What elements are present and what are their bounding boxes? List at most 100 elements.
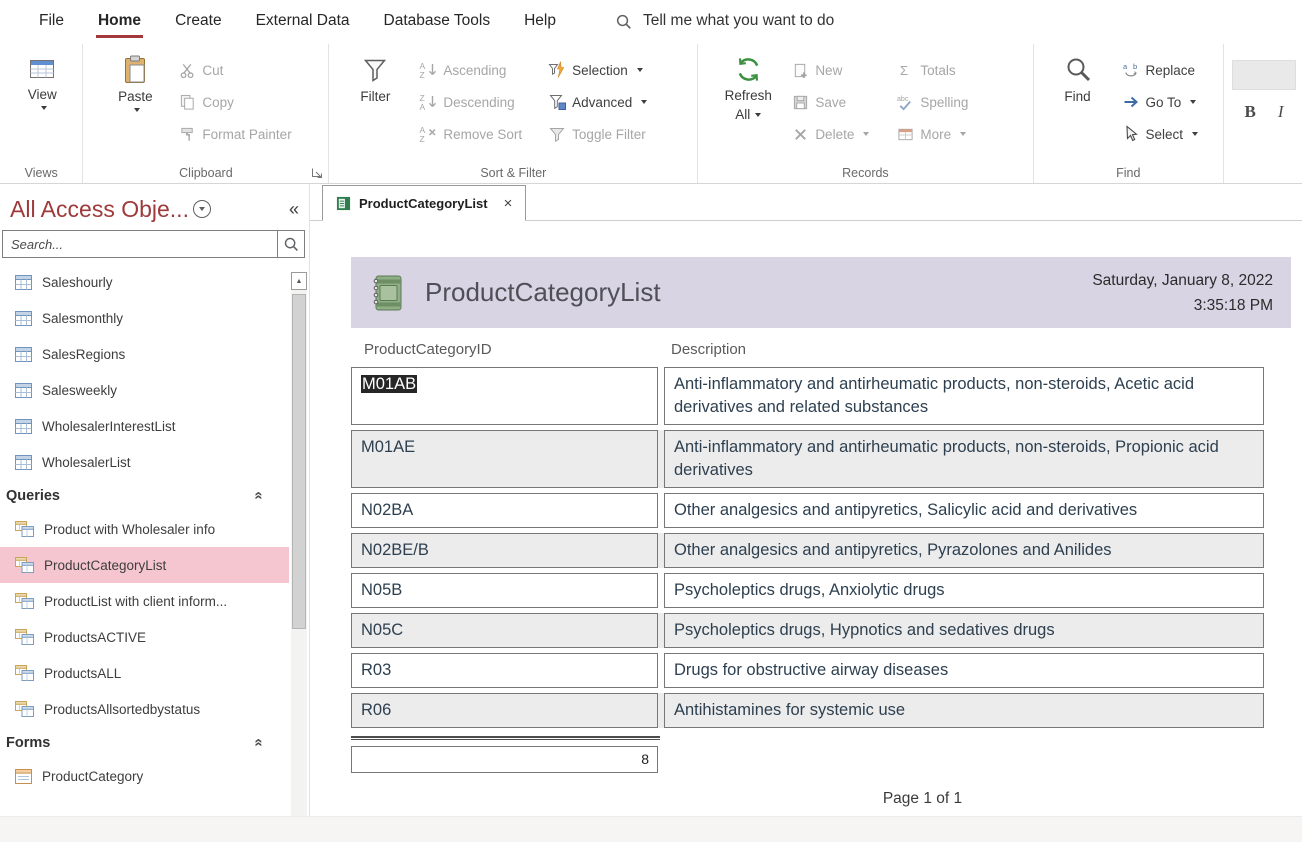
go-to-button[interactable]: Go To <box>1118 89 1203 115</box>
copy-button: Copy <box>175 89 295 115</box>
save-label: Save <box>815 95 846 110</box>
report-time: 3:35:18 PM <box>1092 293 1273 318</box>
report-datetime: Saturday, January 8, 2022 3:35:18 PM <box>1092 268 1273 318</box>
sort-descending-icon <box>419 93 437 111</box>
tab-help[interactable]: Help <box>507 0 573 42</box>
sidebar-item-productsallsortedbystatus[interactable]: ProductsAllsortedbystatus <box>0 691 289 727</box>
productcategoryid-cell[interactable]: N05B <box>351 573 658 608</box>
italic-button[interactable]: I <box>1278 102 1284 122</box>
spelling-label: Spelling <box>920 95 968 110</box>
sidebar-item-productsall[interactable]: ProductsALL <box>0 655 289 691</box>
sidebar-item-label: Salesmonthly <box>42 311 123 326</box>
ribbon-group-find: Find Replace Go To Select Find <box>1034 44 1224 183</box>
descending-button: Descending <box>415 89 526 115</box>
description-cell[interactable]: Antihistamines for systemic use <box>664 693 1264 728</box>
advanced-button[interactable]: Advanced <box>544 89 651 115</box>
productcategoryid-cell[interactable]: M01AE <box>351 430 658 488</box>
replace-button[interactable]: Replace <box>1118 57 1203 83</box>
sidebar-item-saleshourly[interactable]: Saleshourly <box>0 264 289 300</box>
paste-button[interactable]: Paste <box>105 48 165 112</box>
refresh-all-button[interactable]: Refresh All <box>718 48 778 122</box>
toggle-filter-icon <box>548 125 566 143</box>
report-title: ProductCategoryList <box>425 277 661 308</box>
go-to-arrow-icon <box>1122 93 1140 111</box>
sidebar-item-label: Saleshourly <box>42 275 113 290</box>
report-header-band[interactable]: ProductCategoryList Saturday, January 8,… <box>351 257 1291 328</box>
go-to-label: Go To <box>1146 95 1182 110</box>
find-button[interactable]: Find <box>1048 48 1108 104</box>
view-button[interactable]: View <box>12 48 72 110</box>
sidebar-item-salesweekly[interactable]: Salesweekly <box>0 372 289 408</box>
shutter-bar-close-button[interactable]: « <box>289 200 299 218</box>
save-icon <box>792 94 809 111</box>
sidebar-item-wholesalerlist[interactable]: WholesalerList <box>0 444 289 480</box>
productcategoryid-cell[interactable]: N02BE/B <box>351 533 658 568</box>
paste-label: Paste <box>118 89 153 104</box>
productcategoryid-cell[interactable]: R06 <box>351 693 658 728</box>
productcategoryid-cell[interactable]: N05C <box>351 613 658 648</box>
selection-button[interactable]: Selection <box>544 57 651 83</box>
sidebar-item-productlist-with-client-inform[interactable]: ProductList with client inform... <box>0 583 289 619</box>
sidebar-item-salesregions[interactable]: SalesRegions <box>0 336 289 372</box>
sidebar-item-label: Salesweekly <box>42 383 117 398</box>
description-cell[interactable]: Drugs for obstructive airway diseases <box>664 653 1264 688</box>
sidebar-item-productcategorylist[interactable]: ProductCategoryList <box>0 547 289 583</box>
tab-home[interactable]: Home <box>81 0 158 42</box>
tell-me-box[interactable]: Tell me what you want to do <box>615 0 834 42</box>
select-button[interactable]: Select <box>1118 121 1203 147</box>
font-name-box[interactable] <box>1232 60 1296 90</box>
tab-create[interactable]: Create <box>158 0 239 42</box>
description-cell[interactable]: Psycholeptics drugs, Anxiolytic drugs <box>664 573 1264 608</box>
tab-file[interactable]: File <box>22 0 81 42</box>
totals-label: Totals <box>920 63 955 78</box>
document-tab-productcategorylist[interactable]: ProductCategoryList × <box>322 185 526 221</box>
query-icon <box>15 665 34 681</box>
filter-button[interactable]: Filter <box>345 48 405 104</box>
descending-label: Descending <box>443 95 514 110</box>
filter-icon <box>360 55 390 85</box>
tab-external-data[interactable]: External Data <box>239 0 367 42</box>
delete-label: Delete <box>815 127 854 142</box>
report-row: R03 Drugs for obstructive airway disease… <box>351 653 1264 688</box>
section-header-queries[interactable]: Queries « <box>0 480 289 511</box>
close-icon[interactable]: × <box>504 196 513 211</box>
sidebar-item-wholesalerinterestlist[interactable]: WholesalerInterestList <box>0 408 289 444</box>
collapse-chevrons-icon: « <box>250 491 267 499</box>
filter-label: Filter <box>360 89 390 104</box>
description-cell[interactable]: Anti-inflammatory and antirheumatic prod… <box>664 367 1264 425</box>
sidebar-item-productsactive[interactable]: ProductsACTIVE <box>0 619 289 655</box>
spelling-button: Spelling <box>893 89 972 115</box>
report-date: Saturday, January 8, 2022 <box>1092 268 1273 293</box>
description-cell[interactable]: Anti-inflammatory and antirheumatic prod… <box>664 430 1264 488</box>
record-count-box: 8 <box>351 746 658 773</box>
totals-button: Totals <box>893 57 972 83</box>
bold-button[interactable]: B <box>1244 102 1255 122</box>
refresh-label-bottom: All <box>735 107 750 122</box>
description-cell[interactable]: Other analgesics and antipyretics, Salic… <box>664 493 1264 528</box>
scroll-up-button[interactable]: ▲ <box>291 272 307 290</box>
nav-pane-menu-button[interactable] <box>193 200 211 218</box>
scrollbar-thumb[interactable] <box>292 294 306 629</box>
section-header-forms[interactable]: Forms « <box>0 727 289 758</box>
forms-header-label: Forms <box>6 735 255 751</box>
paste-icon <box>121 55 149 85</box>
sidebar-item-salesmonthly[interactable]: Salesmonthly <box>0 300 289 336</box>
search-input[interactable] <box>2 230 277 258</box>
sidebar-item-label: WholesalerInterestList <box>42 419 176 434</box>
description-cell[interactable]: Other analgesics and antipyretics, Pyraz… <box>664 533 1264 568</box>
productcategoryid-cell[interactable]: R03 <box>351 653 658 688</box>
sidebar-scrollbar[interactable]: ▲ <box>291 272 307 836</box>
advanced-label: Advanced <box>572 95 632 110</box>
chevron-down-icon <box>960 132 966 136</box>
productcategoryid-cell[interactable]: M01AB <box>351 367 658 425</box>
select-label: Select <box>1146 127 1184 142</box>
productcategoryid-cell[interactable]: N02BA <box>351 493 658 528</box>
refresh-icon <box>734 55 763 84</box>
description-cell[interactable]: Psycholeptics drugs, Hypnotics and sedat… <box>664 613 1264 648</box>
tab-database-tools[interactable]: Database Tools <box>367 0 508 42</box>
sidebar-item-productcategory-form[interactable]: ProductCategory <box>0 758 289 794</box>
find-label: Find <box>1064 89 1090 104</box>
refresh-label-top: Refresh <box>725 88 772 103</box>
search-button[interactable] <box>277 230 305 258</box>
sidebar-item-product-with-wholesaler-info[interactable]: Product with Wholesaler info <box>0 511 289 547</box>
